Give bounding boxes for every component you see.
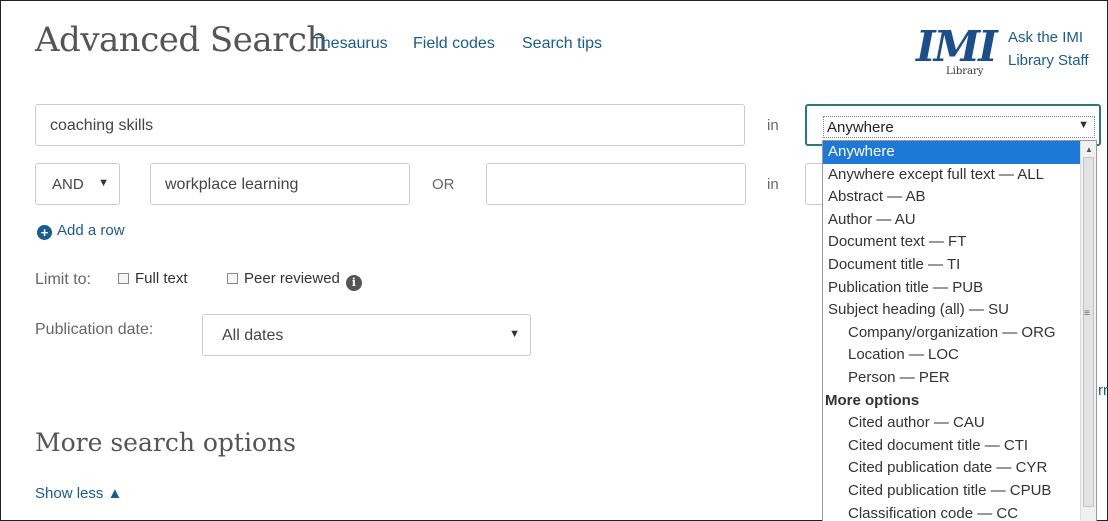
dropdown-option[interactable]: Cited publication title — CPUB bbox=[823, 480, 1096, 503]
or-label: OR bbox=[432, 176, 455, 193]
dropdown-option[interactable]: Cited publication date — CYR bbox=[823, 457, 1096, 480]
scrollbar-thumb[interactable] bbox=[1083, 157, 1094, 507]
dropdown-option[interactable]: Company/organization — ORG bbox=[823, 322, 1096, 345]
dropdown-option[interactable]: Location — LOC bbox=[823, 344, 1096, 367]
checkbox-box[interactable] bbox=[118, 273, 129, 284]
dropdown-scrollbar[interactable]: ▲ ≡ bbox=[1080, 141, 1096, 521]
thesaurus-link[interactable]: Thesaurus bbox=[312, 35, 388, 53]
dropdown-option[interactable]: Subject heading (all) — SU bbox=[823, 299, 1096, 322]
full-text-label: Full text bbox=[135, 270, 188, 287]
field-codes-link[interactable]: Field codes bbox=[413, 35, 495, 53]
dropdown-option[interactable]: Person — PER bbox=[823, 367, 1096, 390]
scroll-grip-icon: ≡ bbox=[1084, 308, 1090, 319]
peer-reviewed-checkbox[interactable]: Peer reviewed i bbox=[227, 270, 362, 291]
plus-circle-icon: + bbox=[37, 225, 52, 240]
in-label-1: in bbox=[767, 117, 779, 134]
more-search-options-heading: More search options bbox=[35, 428, 296, 457]
add-row-link[interactable]: + Add a row bbox=[37, 222, 125, 240]
checkbox-box[interactable] bbox=[227, 273, 238, 284]
dropdown-option[interactable]: Classification code — CC bbox=[823, 503, 1096, 521]
search-term-input-3[interactable] bbox=[486, 163, 746, 205]
scroll-up-arrow-icon[interactable]: ▲ bbox=[1085, 145, 1093, 154]
boolean-operator-select[interactable]: AND ▼ bbox=[35, 163, 120, 205]
info-icon[interactable]: i bbox=[345, 275, 362, 291]
full-text-checkbox[interactable]: Full text bbox=[118, 270, 188, 287]
dropdown-option[interactable]: Abstract — AB bbox=[823, 186, 1096, 209]
logo-subtext: Library bbox=[946, 66, 984, 77]
imi-library-logo[interactable]: IMI Library bbox=[916, 26, 1000, 80]
dropdown-option[interactable]: Anywhere bbox=[823, 141, 1096, 164]
peer-reviewed-label: Peer reviewed bbox=[244, 270, 340, 287]
dropdown-option[interactable]: Publication title — PUB bbox=[823, 277, 1096, 300]
page-title: Advanced Search bbox=[35, 20, 328, 60]
boolean-operator-value: AND bbox=[52, 176, 84, 193]
logo-text: IMI bbox=[916, 22, 998, 71]
show-less-link[interactable]: Show less ▲ bbox=[35, 485, 122, 502]
dropdown-option[interactable]: Document title — TI bbox=[823, 254, 1096, 277]
publication-date-label: Publication date: bbox=[35, 321, 154, 338]
chevron-down-icon: ▼ bbox=[1078, 119, 1089, 131]
field-select-value: Anywhere bbox=[823, 116, 1095, 138]
publication-date-value: All dates bbox=[222, 327, 284, 344]
ask-library-staff-link[interactable]: Ask the IMI Library Staff bbox=[1008, 26, 1089, 72]
clipped-link-fragment: rr bbox=[1098, 382, 1108, 399]
dropdown-option-group: More options bbox=[825, 391, 920, 409]
in-label-2: in bbox=[767, 176, 779, 193]
publication-date-select[interactable]: All dates ▼ bbox=[202, 314, 531, 356]
ask-line-1: Ask the IMI bbox=[1008, 29, 1084, 46]
search-tips-link[interactable]: Search tips bbox=[522, 35, 602, 53]
dropdown-option[interactable]: Author — AU bbox=[823, 209, 1096, 232]
add-row-label: Add a row bbox=[57, 222, 125, 239]
search-term-input-1[interactable]: coaching skills bbox=[35, 104, 745, 146]
ask-line-2: Library Staff bbox=[1008, 52, 1089, 69]
chevron-down-icon: ▼ bbox=[509, 328, 520, 340]
field-dropdown-list[interactable]: Anywhere Anywhere except full text — ALL A… bbox=[822, 140, 1097, 521]
chevron-down-icon: ▼ bbox=[98, 177, 109, 189]
limit-to-label: Limit to: bbox=[35, 271, 92, 288]
dropdown-option[interactable]: Document text — FT bbox=[823, 231, 1096, 254]
search-term-input-2[interactable]: workplace learning bbox=[150, 163, 410, 205]
dropdown-option[interactable]: Cited author — CAU bbox=[823, 412, 1096, 435]
dropdown-option[interactable]: Anywhere except full text — ALL bbox=[823, 164, 1096, 187]
dropdown-option[interactable]: Cited document title — CTI bbox=[823, 435, 1096, 458]
